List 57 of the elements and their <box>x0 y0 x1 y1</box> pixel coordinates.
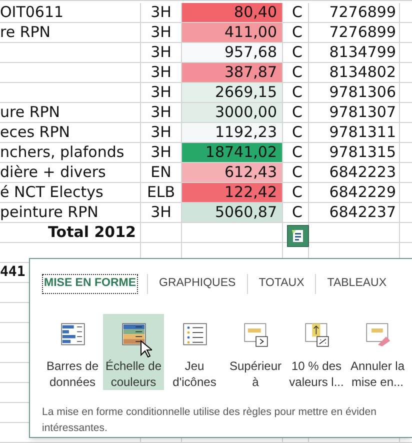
table-cell: re RPN <box>0 23 141 42</box>
value-cell: 2669,15 <box>182 83 283 102</box>
table-cell: ure RPN <box>0 103 141 122</box>
table-cell: 6842237 <box>309 203 400 222</box>
table-cell: 9781311 <box>309 123 400 142</box>
table-cell: C <box>283 43 309 62</box>
table-cell: dière + divers <box>0 163 141 182</box>
format-option[interactable]: Annuler la mise en... <box>347 314 408 390</box>
table-cell: peinture RPN <box>0 203 141 222</box>
tab[interactable]: TABLEAUX <box>325 274 389 294</box>
table-cell: eces RPN <box>0 123 141 142</box>
table-cell: 6842229 <box>309 183 400 202</box>
table-cell: C <box>283 103 309 122</box>
value-cell: 122,42 <box>182 183 283 202</box>
description-text: La mise en forme conditionnelle utilise des règles pour mettre en éviden <box>42 405 378 420</box>
table-cell: C <box>283 163 309 182</box>
value-cell: 80,40 <box>182 3 283 22</box>
table-cell: C <box>283 23 309 42</box>
table-cell: C <box>283 203 309 222</box>
table-cell: é NCT Electys <box>0 183 141 202</box>
format-option[interactable]: 10 % des valeurs l... <box>286 314 347 390</box>
description-text: intéressantes. <box>42 421 108 436</box>
table-cell: 7276899 <box>309 23 400 42</box>
total-label: Total 2012 <box>0 223 141 242</box>
table-cell: 9781315 <box>309 143 400 162</box>
quick-analysis-button[interactable] <box>287 225 309 247</box>
table-cell: C <box>283 63 309 82</box>
table-cell: C <box>283 143 309 162</box>
table-cell: 6842223 <box>309 163 400 182</box>
value-cell: 3000,00 <box>182 103 283 122</box>
value-cell: 18741,02 <box>182 143 283 162</box>
table-cell: 7276899 <box>309 3 400 22</box>
tab[interactable]: TOTAUX <box>256 274 306 294</box>
table-cell: C <box>283 183 309 202</box>
value-cell: 387,87 <box>182 63 283 82</box>
value-cell: 957,68 <box>182 43 283 62</box>
mouse-pointer-icon <box>140 340 152 358</box>
value-cell: 1192,23 <box>182 123 283 142</box>
table-cell: OIT0611 <box>0 3 141 22</box>
format-option[interactable]: Supérieur à <box>225 314 286 390</box>
table-cell: 9781306 <box>309 83 400 102</box>
tab[interactable]: GRAPHIQUES <box>157 274 238 294</box>
table-cell: C <box>283 83 309 102</box>
table-cell: 8134802 <box>309 63 400 82</box>
tab[interactable]: MISE EN FORME <box>42 274 138 294</box>
format-option[interactable]: Échelle de couleurs <box>103 314 164 390</box>
value-cell: 612,43 <box>182 163 283 182</box>
format-option[interactable]: Jeu d'icônes <box>164 314 225 390</box>
table-cell: 9781307 <box>309 103 400 122</box>
value-cell: 5060,87 <box>182 203 283 222</box>
quick-analysis-icon <box>291 229 305 243</box>
table-cell: C <box>283 3 309 22</box>
table-cell: C <box>283 123 309 142</box>
format-option[interactable]: Barres de données <box>42 314 103 390</box>
table-cell: nchers, plafonds <box>0 143 141 162</box>
table-cell: 8134799 <box>309 43 400 62</box>
value-cell: 411,00 <box>182 23 283 42</box>
